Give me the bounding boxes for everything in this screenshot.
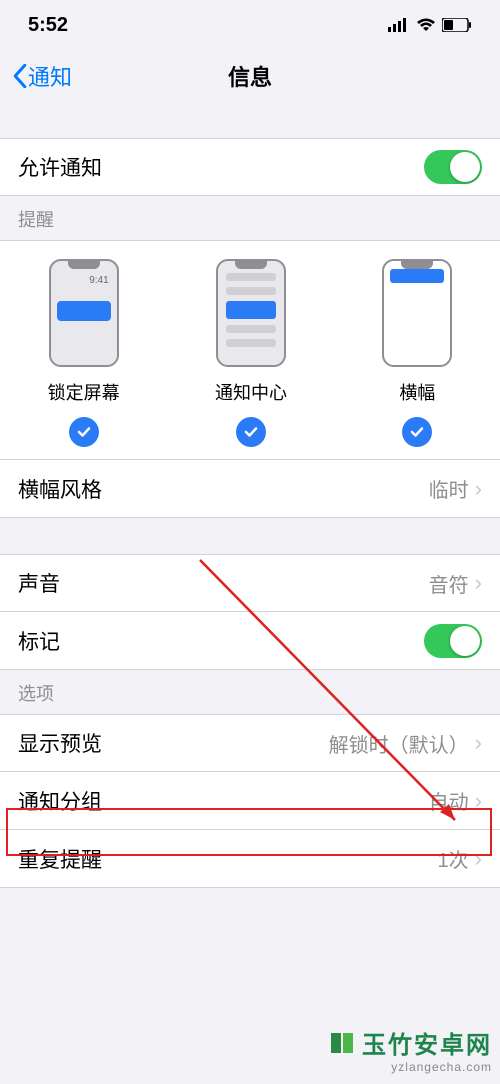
check-icon [402, 417, 432, 447]
battery-icon [442, 18, 472, 32]
alert-notification-center[interactable]: 通知中心 [215, 259, 287, 447]
lock-time-text: 9:41 [89, 275, 108, 286]
watermark-url: yzlangecha.com [329, 1060, 492, 1074]
sounds-label: 声音 [18, 568, 60, 598]
alert-lock-label: 锁定屏幕 [48, 379, 120, 405]
repeat-row[interactable]: 重复提醒 1次› [0, 830, 500, 888]
chevron-right-icon: › [475, 730, 482, 756]
grouping-row[interactable]: 通知分组 自动› [0, 772, 500, 830]
sounds-row[interactable]: 声音 音符› [0, 554, 500, 612]
alerts-header: 提醒 [0, 196, 500, 240]
options-header: 选项 [0, 670, 500, 714]
chevron-left-icon [12, 64, 28, 88]
allow-toggle[interactable] [424, 150, 482, 184]
status-time: 5:52 [28, 14, 68, 37]
alert-banners[interactable]: 横幅 [382, 259, 452, 447]
alert-banner-label: 横幅 [399, 379, 435, 405]
chevron-right-icon: › [475, 476, 482, 502]
alert-lock-screen[interactable]: 9:41 锁定屏幕 [48, 259, 120, 447]
status-indicators [388, 18, 472, 32]
alert-nc-label: 通知中心 [215, 379, 287, 405]
back-button[interactable]: 通知 [12, 60, 72, 92]
watermark: 玉竹安卓网 yzlangecha.com [329, 1025, 492, 1074]
chevron-right-icon: › [475, 570, 482, 596]
chevron-right-icon: › [475, 788, 482, 814]
show-previews-row[interactable]: 显示预览 解锁时（默认）› [0, 714, 500, 772]
grouping-value: 自动 [429, 786, 469, 815]
preview-value: 解锁时（默认） [329, 729, 469, 758]
check-icon [69, 417, 99, 447]
repeat-label: 重复提醒 [18, 844, 102, 874]
badges-label: 标记 [18, 626, 60, 656]
banner-style-row[interactable]: 横幅风格 临时› [0, 460, 500, 518]
banner-style-value: 临时 [429, 474, 469, 503]
back-label: 通知 [28, 60, 72, 92]
grouping-label: 通知分组 [18, 786, 102, 816]
badges-row: 标记 [0, 612, 500, 670]
page-title: 信息 [0, 60, 500, 92]
allow-label: 允许通知 [18, 152, 102, 182]
watermark-brand: 玉竹安卓网 [362, 1032, 492, 1059]
preview-label: 显示预览 [18, 728, 102, 758]
allow-notifications-row: 允许通知 [0, 138, 500, 196]
banner-style-label: 横幅风格 [18, 474, 102, 504]
check-icon [236, 417, 266, 447]
sounds-value: 音符 [429, 569, 469, 598]
wifi-icon [416, 18, 436, 32]
repeat-value: 1次 [438, 844, 469, 873]
cellular-icon [388, 18, 410, 32]
badges-toggle[interactable] [424, 624, 482, 658]
chevron-right-icon: › [475, 846, 482, 872]
